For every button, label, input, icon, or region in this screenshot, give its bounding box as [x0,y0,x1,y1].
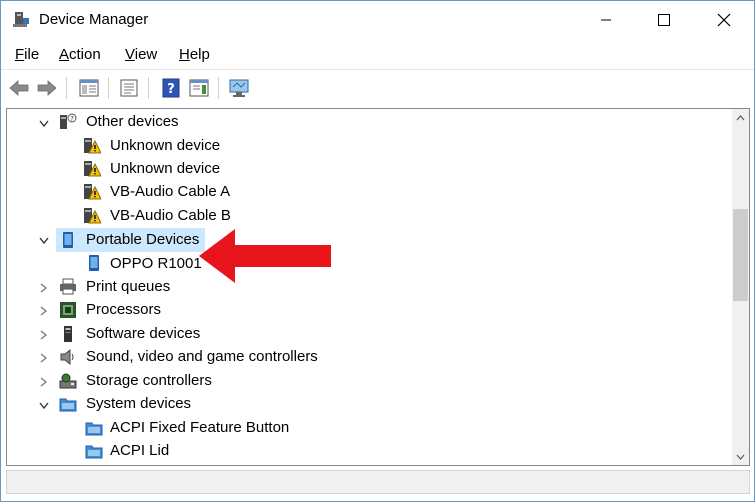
chevron-right-icon[interactable] [38,305,50,317]
forward-arrow-icon [37,80,57,96]
menu-view[interactable]: View [125,46,157,63]
menu-action-accel: A [59,46,70,63]
menu-action-label: ction [69,46,101,63]
menu-file[interactable]: File [15,46,39,63]
tree-item-oppo-r1001[interactable]: OPPO R1001 [108,253,204,275]
menu-bar: File Action View Help [1,41,754,69]
device-manager-window: Device Manager File Action View Help ? ?… [0,0,755,502]
close-icon [717,13,731,27]
forward-button[interactable] [35,76,59,100]
tree-item-acpi-fixed-feature-button[interactable]: ACPI Fixed Feature Button [108,417,291,439]
maximize-button[interactable] [635,1,693,39]
annotation-arrow-icon [199,229,331,283]
menu-file-label: ile [24,46,40,63]
system-device-icon [85,463,103,466]
minimize-button[interactable] [577,1,635,39]
menu-help[interactable]: Help [179,46,210,63]
help-button[interactable]: ? [159,76,183,100]
tree-item-unknown-device[interactable]: Unknown device [108,158,222,180]
device-manager-icon [13,12,29,27]
chevron-right-icon[interactable] [38,352,50,364]
tree-item-acpi-lid[interactable]: ACPI Lid [108,440,171,462]
menu-action[interactable]: Action [59,46,101,63]
scrollbar-thumb[interactable] [733,209,748,301]
properties-button[interactable] [117,76,141,100]
tree-item-processors[interactable]: Processors [84,299,163,321]
speaker-icon [60,348,74,366]
show-hide-console-tree-button[interactable] [77,76,101,100]
warning-device-icon [84,184,101,200]
minimize-icon [601,19,611,21]
tree-item-unknown-device[interactable]: Unknown device [108,135,222,157]
toolbar-separator [148,77,149,99]
device-tree[interactable]: ? Other devices Unknown device Unknown d… [6,108,750,466]
tree-item-other-devices[interactable]: Other devices [84,111,181,133]
toolbar-separator [108,77,109,99]
chevron-up-icon [736,114,745,120]
close-button[interactable] [695,1,753,39]
other-devices-icon: ? [60,113,77,129]
vertical-scrollbar[interactable] [732,109,749,465]
back-button[interactable] [7,76,31,100]
system-device-icon [85,445,103,459]
action-pane-button[interactable] [187,76,211,100]
chevron-right-icon[interactable] [38,282,50,294]
menu-divider [1,69,754,70]
window-title: Device Manager [39,11,149,28]
monitor-scan-icon [229,79,249,97]
tree-item-print-queues[interactable]: Print queues [84,276,172,298]
menu-help-accel: H [179,46,190,63]
toolbar-separator [218,77,219,99]
chevron-down-icon[interactable] [38,400,50,412]
menu-help-label: elp [189,46,210,63]
portable-device-icon [63,232,73,248]
status-bar [6,470,750,494]
console-tree-icon [79,79,99,97]
svg-text:?: ? [167,82,175,97]
chevron-down-icon[interactable] [38,235,50,247]
back-arrow-icon [9,80,29,96]
toolbar-separator [66,77,67,99]
warning-device-icon [84,138,101,154]
scan-hardware-button[interactable] [227,76,251,100]
svg-text:?: ? [70,115,74,123]
menu-view-label: iew [134,46,158,63]
help-icon: ? [162,78,180,98]
storage-controller-icon [59,373,77,389]
tree-item-portable-devices[interactable]: Portable Devices [84,229,201,251]
software-device-icon [64,326,72,342]
title-bar: Device Manager [1,1,754,39]
scroll-down-button[interactable] [732,448,749,465]
tree-item-vb-audio-cable-b[interactable]: VB-Audio Cable B [108,205,233,227]
chevron-right-icon[interactable] [38,376,50,388]
action-pane-icon [189,79,209,97]
scroll-up-button[interactable] [732,109,749,126]
portable-device-icon [89,255,99,271]
chevron-down-icon[interactable] [38,118,50,130]
tree-item-system-devices[interactable]: System devices [84,393,193,415]
tree-item-sound-video-game-controllers[interactable]: Sound, video and game controllers [84,346,320,368]
tree-item-storage-controllers[interactable]: Storage controllers [84,370,214,392]
tree-item-software-devices[interactable]: Software devices [84,323,202,345]
maximize-icon [658,14,670,26]
menu-file-accel: F [15,46,25,63]
chevron-down-icon [736,454,745,460]
system-device-icon [85,422,103,436]
system-devices-icon [59,398,77,412]
processor-icon [60,302,76,318]
tree-item-vb-audio-cable-a[interactable]: VB-Audio Cable A [108,181,232,203]
printer-icon [60,278,76,295]
warning-device-icon [84,208,101,224]
menu-view-accel: V [125,46,135,63]
chevron-right-icon[interactable] [38,329,50,341]
warning-device-icon [84,161,101,177]
properties-icon [120,79,138,97]
toolbar: ? [1,71,754,105]
